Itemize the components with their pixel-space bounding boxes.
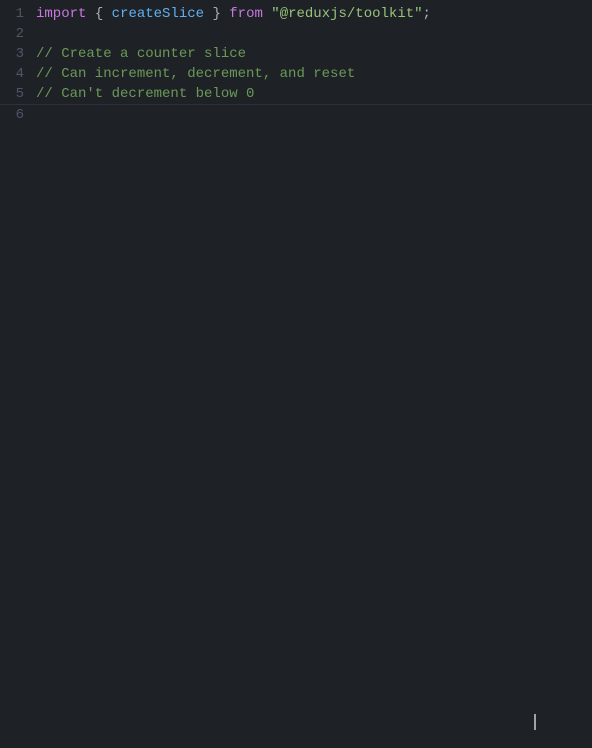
line-content [36, 105, 592, 125]
line-number: 4 [0, 64, 36, 84]
code-line: 2 [0, 24, 592, 44]
code-editor[interactable]: 1import { createSlice } from "@reduxjs/t… [0, 0, 592, 748]
code-line: 1import { createSlice } from "@reduxjs/t… [0, 4, 592, 24]
line-content: import { createSlice } from "@reduxjs/to… [36, 4, 592, 24]
line-content: // Can increment, decrement, and reset [36, 64, 592, 84]
text-cursor [534, 714, 536, 730]
code-line: 6 [0, 105, 592, 125]
line-content [36, 24, 592, 44]
code-line: 5// Can't decrement below 0 [0, 84, 592, 104]
line-number: 6 [0, 105, 36, 125]
line-number: 3 [0, 44, 36, 64]
line-content: // Can't decrement below 0 [36, 84, 592, 104]
code-line: 3// Create a counter slice [0, 44, 592, 64]
code-line: 4// Can increment, decrement, and reset [0, 64, 592, 84]
line-content: // Create a counter slice [36, 44, 592, 64]
line-number: 1 [0, 4, 36, 24]
line-number: 5 [0, 84, 36, 104]
line-number: 2 [0, 24, 36, 44]
